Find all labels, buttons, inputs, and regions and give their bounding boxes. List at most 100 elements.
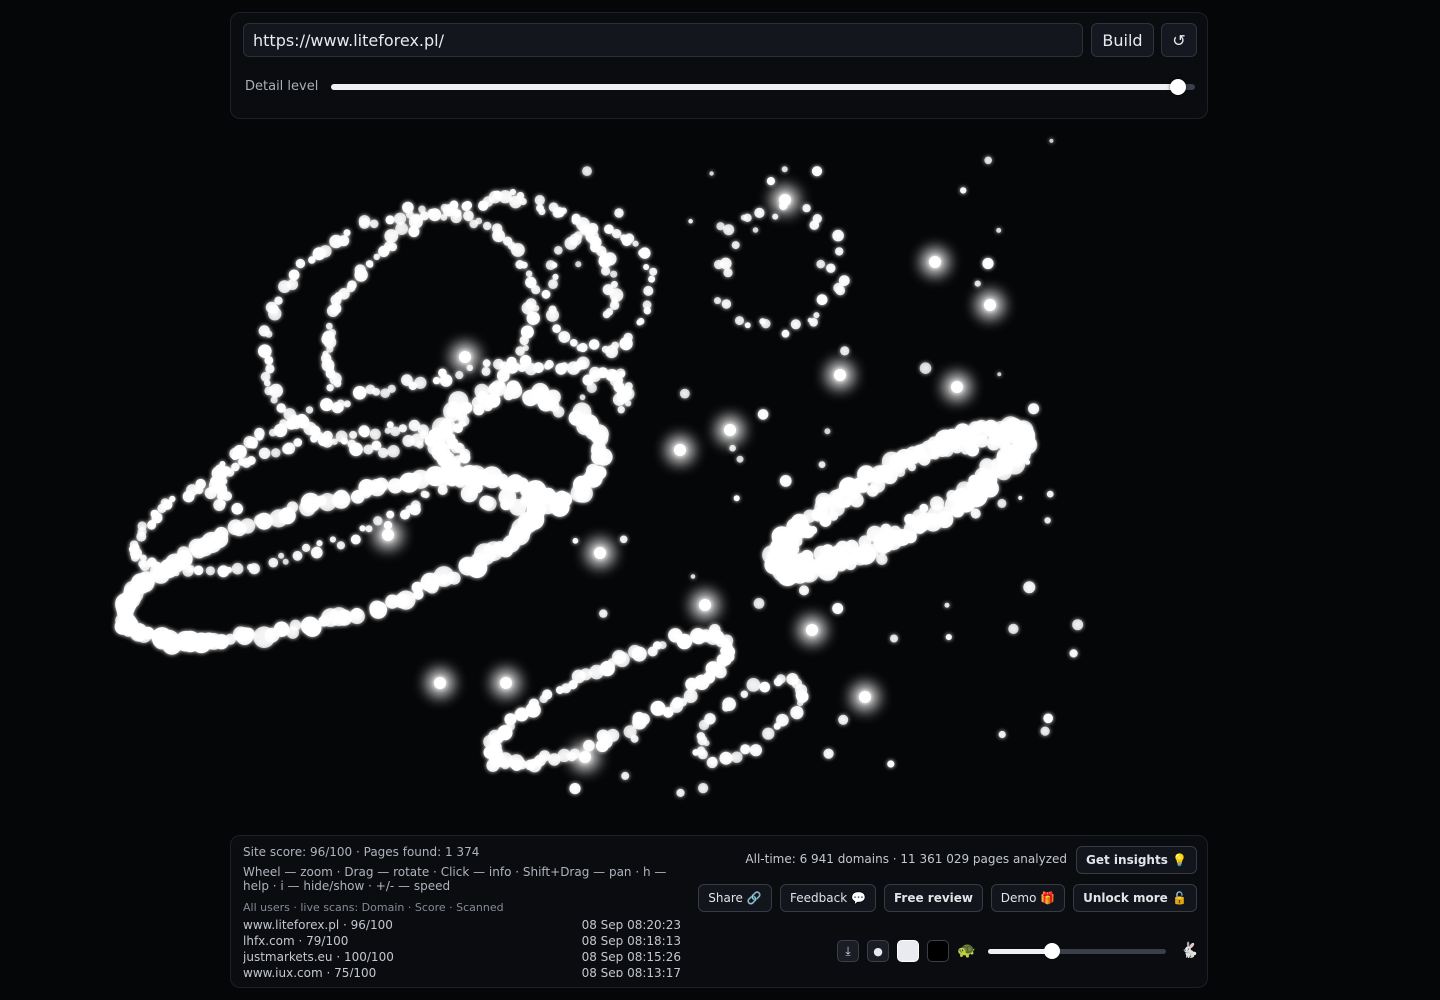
- page-node[interactable]: [529, 503, 540, 514]
- page-node[interactable]: [605, 308, 614, 316]
- page-node[interactable]: [598, 254, 612, 268]
- page-node[interactable]: [575, 261, 582, 268]
- hub-node[interactable]: [500, 677, 512, 689]
- page-node[interactable]: [610, 270, 618, 278]
- page-node[interactable]: [630, 735, 639, 743]
- page-node[interactable]: [350, 534, 361, 545]
- page-node[interactable]: [696, 746, 706, 756]
- page-node[interactable]: [882, 468, 898, 485]
- page-node[interactable]: [492, 229, 505, 243]
- page-node[interactable]: [400, 509, 410, 520]
- free-review-button[interactable]: Free review: [884, 884, 983, 912]
- page-node[interactable]: [632, 240, 639, 247]
- page-node[interactable]: [311, 546, 323, 559]
- live-scans-list[interactable]: www.liteforex.pl · 96/100 08 Sep 08:20:2…: [243, 917, 681, 977]
- page-node[interactable]: [453, 209, 462, 218]
- page-node[interactable]: [639, 247, 651, 259]
- page-node[interactable]: [325, 322, 333, 330]
- page-node[interactable]: [534, 195, 545, 206]
- page-node[interactable]: [214, 526, 229, 541]
- page-node[interactable]: [458, 556, 478, 576]
- page-node[interactable]: [714, 297, 721, 305]
- page-node[interactable]: [526, 311, 540, 325]
- hub-node[interactable]: [699, 599, 711, 611]
- page-node[interactable]: [554, 207, 565, 218]
- page-node[interactable]: [812, 214, 822, 224]
- page-node[interactable]: [287, 279, 299, 290]
- page-node[interactable]: [369, 428, 381, 440]
- page-node[interactable]: [572, 537, 579, 544]
- page-node[interactable]: [129, 540, 139, 549]
- page-node[interactable]: [797, 699, 804, 707]
- page-node[interactable]: [951, 504, 965, 518]
- page-node[interactable]: [320, 398, 334, 412]
- page-node[interactable]: [466, 364, 473, 371]
- page-node[interactable]: [876, 553, 888, 565]
- page-node[interactable]: [213, 499, 226, 511]
- page-node[interactable]: [722, 641, 733, 652]
- page-node[interactable]: [519, 335, 529, 346]
- speed-slider-thumb[interactable]: [1044, 943, 1061, 959]
- page-node[interactable]: [588, 339, 600, 350]
- page-node[interactable]: [601, 266, 611, 276]
- page-node[interactable]: [1043, 713, 1053, 724]
- page-node[interactable]: [137, 527, 147, 537]
- page-node[interactable]: [327, 364, 335, 372]
- page-node[interactable]: [723, 224, 735, 236]
- page-node[interactable]: [347, 439, 357, 449]
- page-node[interactable]: [802, 204, 811, 213]
- page-node[interactable]: [966, 443, 979, 457]
- page-node[interactable]: [996, 227, 1002, 233]
- page-node[interactable]: [643, 307, 651, 315]
- page-node[interactable]: [432, 376, 441, 385]
- page-node[interactable]: [773, 722, 781, 730]
- page-node[interactable]: [386, 421, 394, 429]
- page-node[interactable]: [759, 681, 771, 693]
- page-node[interactable]: [482, 496, 497, 512]
- page-node[interactable]: [265, 364, 275, 374]
- page-node[interactable]: [904, 513, 915, 525]
- page-node[interactable]: [506, 380, 521, 395]
- page-node[interactable]: [832, 603, 844, 614]
- page-node[interactable]: [358, 215, 371, 227]
- page-node[interactable]: [596, 739, 609, 753]
- page-node[interactable]: [454, 443, 465, 454]
- hub-node[interactable]: [579, 751, 591, 763]
- hub-node[interactable]: [834, 369, 846, 381]
- page-node[interactable]: [736, 455, 744, 463]
- page-node[interactable]: [437, 485, 448, 495]
- page-node[interactable]: [316, 540, 323, 547]
- page-node[interactable]: [552, 273, 559, 280]
- page-node[interactable]: [541, 289, 551, 299]
- page-node[interactable]: [749, 744, 763, 757]
- page-node[interactable]: [583, 739, 595, 752]
- page-node[interactable]: [858, 535, 872, 549]
- page-node[interactable]: [791, 536, 803, 547]
- reset-button[interactable]: ↺: [1161, 23, 1197, 57]
- page-node[interactable]: [373, 253, 380, 261]
- speed-slider[interactable]: [988, 943, 1166, 959]
- page-node[interactable]: [293, 438, 303, 447]
- page-node[interactable]: [790, 706, 804, 720]
- page-node[interactable]: [1046, 490, 1054, 498]
- page-node[interactable]: [511, 243, 525, 257]
- page-node[interactable]: [515, 346, 525, 356]
- page-node[interactable]: [799, 585, 809, 596]
- page-node[interactable]: [895, 467, 906, 477]
- page-node[interactable]: [288, 269, 300, 281]
- page-node[interactable]: [719, 257, 732, 270]
- page-node[interactable]: [970, 508, 981, 519]
- page-node[interactable]: [570, 339, 578, 347]
- page-node[interactable]: [419, 211, 429, 221]
- page-node[interactable]: [766, 177, 776, 186]
- page-node[interactable]: [333, 489, 350, 505]
- page-node[interactable]: [271, 448, 281, 458]
- page-node[interactable]: [974, 280, 981, 287]
- page-node[interactable]: [744, 322, 751, 329]
- page-node[interactable]: [723, 268, 733, 278]
- page-node[interactable]: [386, 510, 395, 519]
- page-node[interactable]: [1001, 442, 1012, 453]
- page-node[interactable]: [877, 544, 889, 555]
- demo-button[interactable]: Demo 🎁: [991, 884, 1065, 912]
- page-node[interactable]: [239, 518, 256, 534]
